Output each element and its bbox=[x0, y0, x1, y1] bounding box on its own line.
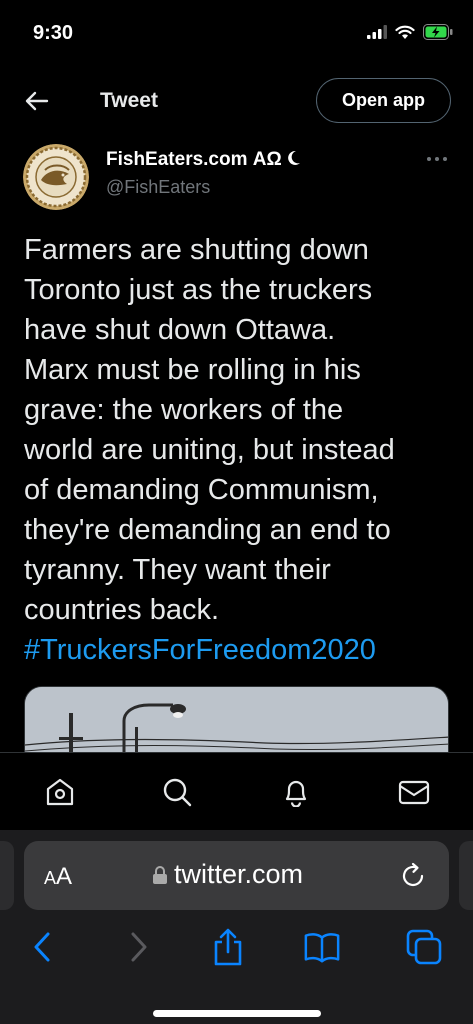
aa-small-label: A bbox=[44, 868, 57, 888]
tabs-icon bbox=[406, 929, 442, 965]
status-icons bbox=[367, 24, 453, 45]
fisheaters-logo-icon bbox=[23, 144, 89, 210]
battery-charging-icon bbox=[423, 24, 453, 45]
back-button[interactable] bbox=[22, 86, 52, 116]
aa-big-label: A bbox=[56, 863, 73, 890]
bell-icon bbox=[285, 780, 307, 807]
avatar[interactable] bbox=[23, 144, 89, 210]
author-handle[interactable]: @FishEaters bbox=[106, 177, 210, 198]
tweet-text: Farmers are shutting down Toronto just a… bbox=[24, 230, 454, 670]
more-options-button[interactable] bbox=[424, 150, 450, 168]
status-time: 9:30 bbox=[33, 22, 74, 44]
reload-icon bbox=[402, 862, 424, 887]
page-title: Tweet bbox=[100, 89, 158, 112]
home-indicator[interactable] bbox=[153, 1010, 321, 1017]
tweet-text-line: they're demanding an end to bbox=[24, 514, 391, 546]
chevron-left-icon bbox=[34, 932, 50, 962]
bookmarks-button[interactable] bbox=[303, 928, 341, 966]
tweet-text-line: countries back. bbox=[24, 594, 220, 626]
url-text: twitter.com bbox=[174, 859, 304, 889]
chevron-right-icon bbox=[131, 932, 147, 962]
mail-icon bbox=[398, 780, 430, 805]
wifi-icon bbox=[395, 25, 415, 45]
tab-home[interactable] bbox=[43, 775, 77, 809]
home-icon bbox=[46, 778, 74, 806]
next-tab-peek[interactable] bbox=[459, 841, 473, 910]
tweet-text-line: Farmers are shutting down bbox=[24, 234, 369, 266]
safari-toolbar: AA twitter.com bbox=[0, 830, 473, 1024]
hashtag-link[interactable]: #TruckersForFreedom2020 bbox=[24, 630, 454, 670]
more-dot-icon bbox=[435, 157, 439, 161]
arrow-left-icon bbox=[25, 91, 49, 111]
tabs-button[interactable] bbox=[405, 928, 443, 966]
more-dot-icon bbox=[443, 157, 447, 161]
url-display[interactable]: twitter.com bbox=[152, 859, 303, 890]
forward-nav-button[interactable] bbox=[120, 928, 158, 966]
author-name[interactable]: FishEaters.com ΑΩ bbox=[106, 149, 301, 171]
share-icon bbox=[214, 928, 242, 966]
share-button[interactable] bbox=[209, 928, 247, 966]
tweet-text-line: Toronto just as the truckers bbox=[24, 274, 373, 306]
tab-messages[interactable] bbox=[397, 775, 431, 809]
reload-button[interactable] bbox=[398, 861, 428, 891]
tweet-text-line: world are uniting, but instead bbox=[24, 434, 395, 466]
crescent-moon-icon bbox=[288, 150, 301, 165]
tab-notifications[interactable] bbox=[279, 775, 313, 809]
search-icon bbox=[163, 778, 192, 807]
bottom-tab-bar bbox=[0, 752, 473, 830]
previous-tab-peek[interactable] bbox=[0, 841, 14, 910]
cellular-signal-icon bbox=[367, 25, 387, 44]
more-dot-icon bbox=[427, 157, 431, 161]
open-app-button[interactable]: Open app bbox=[316, 78, 451, 123]
tweet-text-line: grave: the workers of the bbox=[24, 394, 344, 426]
tweet-text-line: tyranny. They want their bbox=[24, 554, 331, 586]
tweet-text-line: Marx must be rolling in his bbox=[24, 354, 361, 386]
back-nav-button[interactable] bbox=[23, 928, 61, 966]
lock-icon bbox=[153, 865, 167, 884]
address-bar[interactable]: AA twitter.com bbox=[24, 841, 449, 910]
status-bar: 9:30 bbox=[0, 0, 473, 66]
tweet-header: Tweet Open app bbox=[0, 66, 473, 136]
book-icon bbox=[304, 933, 340, 963]
tweet-text-line: of demanding Communism, bbox=[24, 474, 379, 506]
tweet-text-line: have shut down Ottawa. bbox=[24, 314, 336, 346]
reader-aa-button[interactable]: AA bbox=[44, 863, 72, 891]
author-name-text: FishEaters.com ΑΩ bbox=[106, 149, 282, 170]
tab-search[interactable] bbox=[160, 775, 194, 809]
